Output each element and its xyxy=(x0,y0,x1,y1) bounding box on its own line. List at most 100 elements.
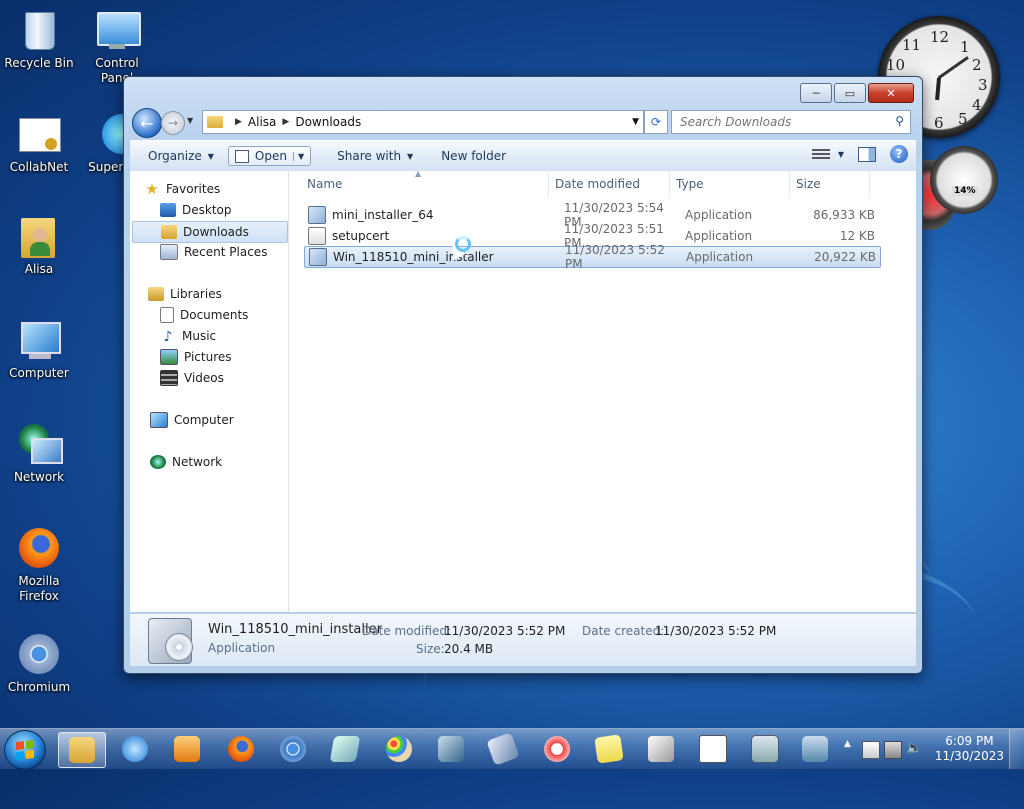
desktop-icon-collabnet[interactable]: CollabNet xyxy=(0,112,78,175)
search-input[interactable] xyxy=(678,114,882,130)
firefox-icon xyxy=(228,736,254,762)
nav-recent-places[interactable]: Recent Places xyxy=(160,242,286,262)
windows-logo-icon xyxy=(16,740,34,760)
address-bar[interactable]: ▶ Alisa ▶ Downloads ▼ xyxy=(202,110,644,134)
organize-button[interactable]: Organize ▼ xyxy=(138,145,224,167)
nav-music[interactable]: ♪ Music xyxy=(160,326,286,346)
explorer-icon xyxy=(69,737,95,763)
cpu-meter-gadget[interactable]: 14% xyxy=(930,146,998,214)
nav-favorites[interactable]: ★ Favorites xyxy=(144,179,300,199)
taskbar-media-player[interactable] xyxy=(164,732,210,766)
desktop-icon-firefox[interactable]: Mozilla Firefox xyxy=(0,526,78,604)
search-icon[interactable]: ⚲ xyxy=(895,114,904,128)
details-pane: Win_118510_mini_installer Application Da… xyxy=(130,613,916,666)
share-with-button[interactable]: Share with ▼ xyxy=(327,145,423,167)
taskbar-explorer[interactable] xyxy=(58,732,106,768)
volume-muted-icon[interactable]: 🔈 xyxy=(906,741,922,757)
taskbar-solitaire[interactable] xyxy=(690,732,736,766)
column-headers: ▲ Name Date modified Type Size xyxy=(289,169,916,197)
forward-button[interactable]: → xyxy=(161,111,185,135)
nav-network[interactable]: Network xyxy=(150,452,306,472)
details-file-name: Win_118510_mini_installer xyxy=(208,622,382,637)
open-button[interactable]: Open ▼ xyxy=(227,146,312,166)
taskbar-app-1[interactable] xyxy=(322,732,368,766)
column-type[interactable]: Type xyxy=(670,171,790,197)
taskbar-clock[interactable]: 6:09 PM 11/30/2023 xyxy=(935,734,1004,764)
taskbar-chromium[interactable] xyxy=(270,732,316,766)
show-desktop-button[interactable] xyxy=(1009,729,1024,769)
libraries-icon xyxy=(148,287,164,301)
change-view-button[interactable]: ▼ xyxy=(811,147,844,161)
content-area: ★ Favorites Desktop Downloads Recent Pla… xyxy=(130,169,916,612)
taskbar-games[interactable] xyxy=(638,732,684,766)
videos-icon xyxy=(160,370,178,386)
network-status-icon[interactable] xyxy=(884,741,902,759)
chromium-icon xyxy=(280,736,306,762)
nav-desktop[interactable]: Desktop xyxy=(160,200,286,220)
installer-large-icon xyxy=(148,618,193,664)
address-dropdown-icon[interactable]: ▼ xyxy=(632,117,639,127)
nav-videos[interactable]: Videos xyxy=(160,368,286,388)
user-folder-icon xyxy=(17,214,61,258)
dice-icon xyxy=(648,736,674,762)
column-name[interactable]: ▲ Name xyxy=(289,169,549,197)
taskbar-sticky-notes[interactable] xyxy=(586,732,632,766)
breadcrumb-alisa[interactable]: Alisa xyxy=(248,115,276,129)
taskbar-ie[interactable] xyxy=(112,732,158,766)
help-button[interactable]: ? xyxy=(890,145,908,163)
taskbar-snipping[interactable] xyxy=(534,732,580,766)
desktop-icon xyxy=(160,203,176,217)
folder-icon xyxy=(207,116,223,128)
back-button[interactable]: ← xyxy=(132,108,162,138)
recent-pages-dropdown[interactable]: ▼ xyxy=(187,116,193,125)
installer-icon xyxy=(309,248,327,266)
details-size-label: Size: xyxy=(416,642,445,656)
preview-pane-button[interactable] xyxy=(858,146,876,162)
desktop-icon-network[interactable]: Network xyxy=(0,422,78,485)
desktop-icon-computer[interactable]: Computer xyxy=(0,318,78,381)
nav-downloads[interactable]: Downloads xyxy=(132,221,288,243)
open-dropdown-icon[interactable]: ▼ xyxy=(292,151,304,161)
refresh-button[interactable]: ⟳ xyxy=(644,110,668,134)
sticky-notes-icon xyxy=(594,734,624,764)
taskbar-paint[interactable] xyxy=(376,732,422,766)
nav-documents[interactable]: Documents xyxy=(160,305,286,325)
recycle-bin-icon xyxy=(17,8,61,52)
taskbar-app-3[interactable] xyxy=(480,732,526,766)
maximize-button[interactable]: ▭ xyxy=(834,83,866,103)
taskbar-calculator[interactable] xyxy=(742,732,788,766)
taskbar-app-2[interactable] xyxy=(428,732,474,766)
system-tray: ▲ 🔈 6:09 PM 11/30/2023 xyxy=(844,729,1024,769)
file-row-selected[interactable]: Win_118510_mini_installer 11/30/2023 5:5… xyxy=(304,243,881,271)
taskbar-app-4[interactable] xyxy=(792,732,838,766)
busy-spinner-icon xyxy=(455,236,471,252)
close-button[interactable]: ✕ xyxy=(868,83,914,103)
nav-computer[interactable]: Computer xyxy=(150,410,306,430)
caption-buttons: ─ ▭ ✕ xyxy=(800,83,914,103)
taskbar: ▲ 🔈 6:09 PM 11/30/2023 xyxy=(0,728,1024,770)
star-icon: ★ xyxy=(145,180,159,198)
chevron-right-icon: ▶ xyxy=(235,117,242,127)
open-app-icon xyxy=(234,149,249,163)
column-size[interactable]: Size xyxy=(790,171,870,197)
details-modified-value: 11/30/2023 5:52 PM xyxy=(444,624,566,638)
explorer-window[interactable]: ─ ▭ ✕ ← → ▼ ▶ Alisa ▶ Downloads ▼ ⟳ ⚲ Or… xyxy=(123,76,923,674)
desktop-icon-control-panel[interactable]: Control Panel xyxy=(78,8,156,86)
minimize-button[interactable]: ─ xyxy=(800,83,832,103)
new-folder-button[interactable]: New folder xyxy=(431,145,516,167)
desktop-icon-chromium[interactable]: Chromium xyxy=(0,632,78,695)
pictures-icon xyxy=(160,349,178,365)
search-box[interactable]: ⚲ xyxy=(671,110,911,134)
desktop-icon-recycle-bin[interactable]: Recycle Bin xyxy=(0,8,78,71)
remote-desktop-icon xyxy=(438,736,464,762)
taskbar-firefox[interactable] xyxy=(218,732,264,766)
desktop-icon-alisa[interactable]: Alisa xyxy=(0,214,78,277)
nav-libraries[interactable]: Libraries xyxy=(148,284,304,304)
start-button[interactable] xyxy=(4,730,46,770)
details-size-value: 20.4 MB xyxy=(444,642,494,656)
breadcrumb-downloads[interactable]: Downloads xyxy=(295,115,361,129)
nav-pictures[interactable]: Pictures xyxy=(160,347,286,367)
show-hidden-icons-button[interactable]: ▲ xyxy=(844,739,851,749)
column-date-modified[interactable]: Date modified xyxy=(549,171,670,197)
action-center-icon[interactable] xyxy=(862,741,880,759)
